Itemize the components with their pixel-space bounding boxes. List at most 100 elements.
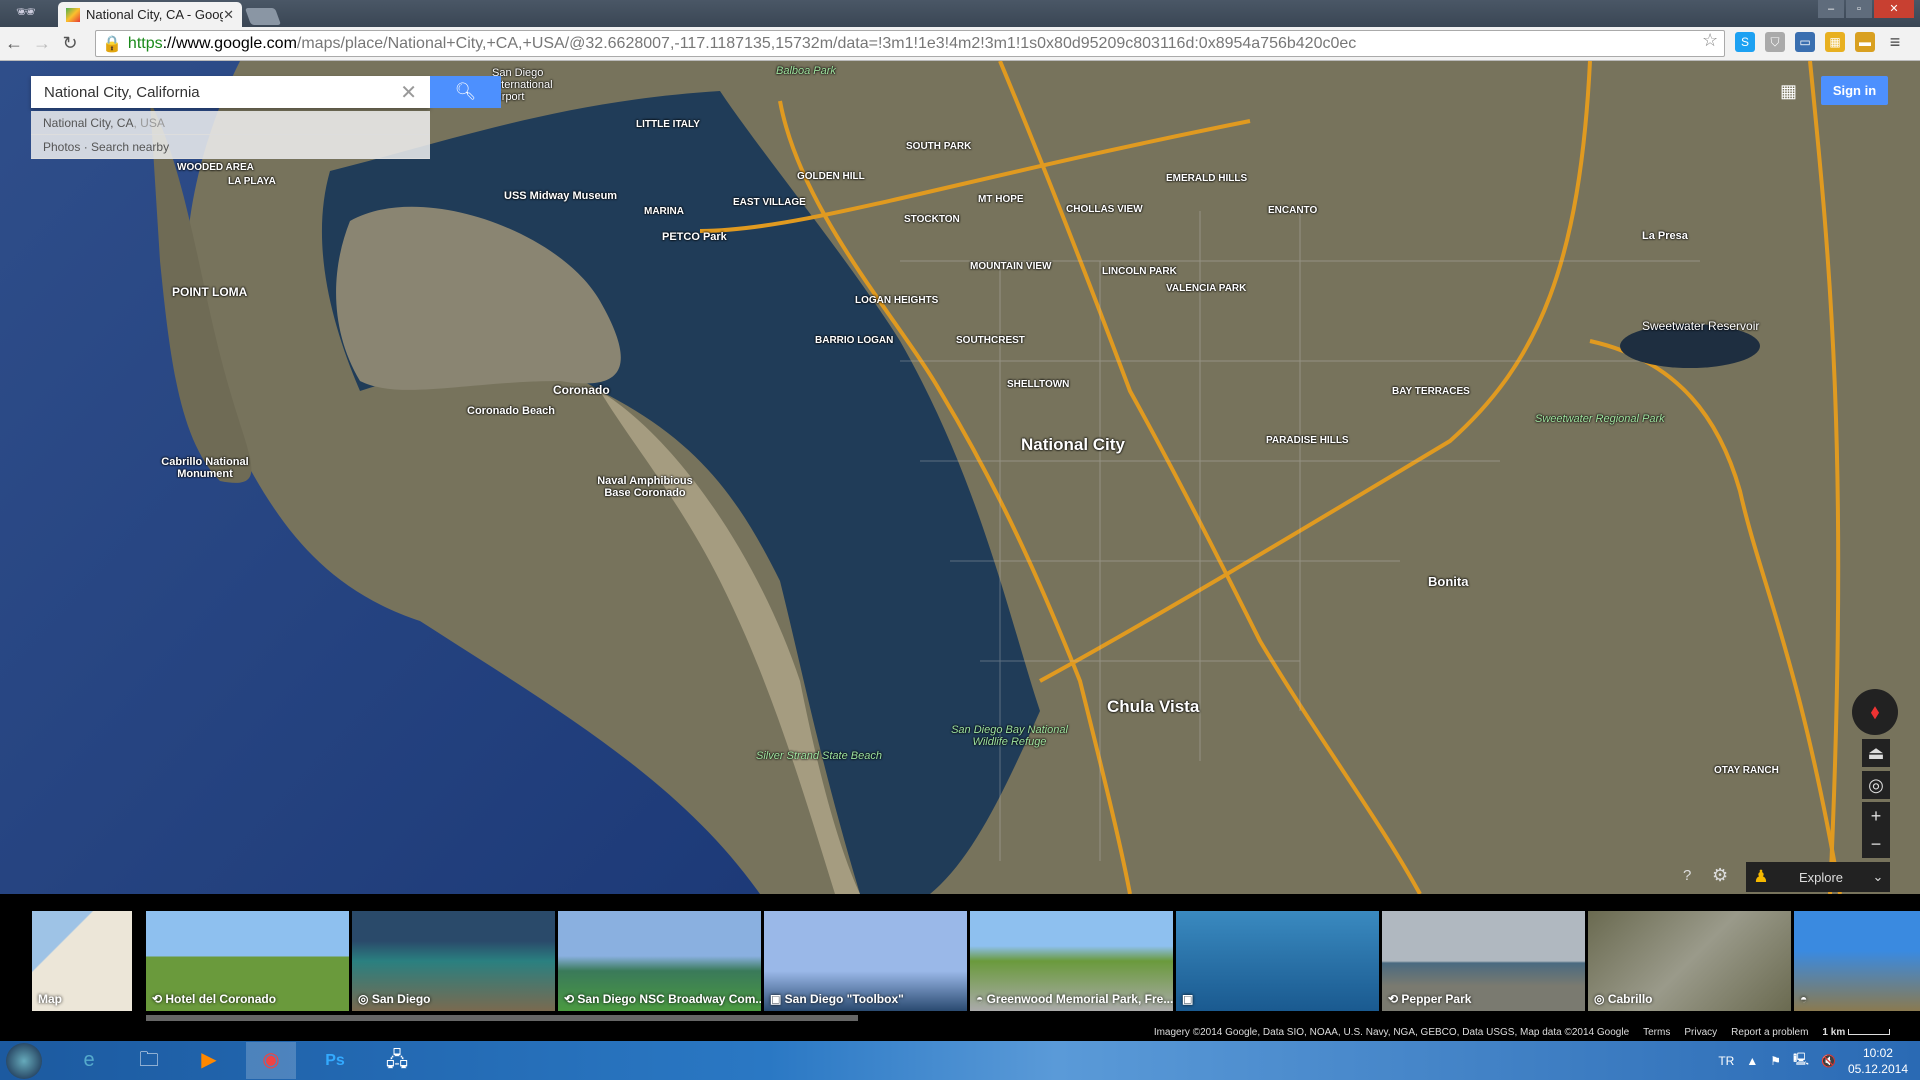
search-input[interactable]: National City, California <box>44 84 400 101</box>
clear-search-icon[interactable]: ✕ <box>400 80 417 105</box>
my-location-button[interactable]: ◎ <box>1862 771 1890 799</box>
address-bar[interactable]: 🔒 https://www.google.com/maps/place/Nati… <box>95 30 1725 57</box>
map-label-bonita: Bonita <box>1428 574 1469 589</box>
photo-thumb[interactable]: ▣ <box>1176 911 1379 1011</box>
map-label-coronado: Coronado <box>553 383 610 397</box>
chrome-icon[interactable]: ◉ <box>246 1042 296 1079</box>
map-label-cabrillo: Cabrillo National Monument <box>161 456 249 480</box>
zoom-in-button[interactable]: + <box>1862 802 1890 830</box>
map-label-bay-terraces: BAY TERRACES <box>1392 386 1470 397</box>
scale-bar[interactable]: 1 km <box>1822 1027 1890 1038</box>
url-host: ://www.google.com <box>162 34 297 52</box>
network-app-icon[interactable]: 🖧 <box>372 1042 422 1079</box>
close-tab-icon[interactable]: ✕ <box>223 7 234 23</box>
internet-explorer-icon[interactable]: e <box>64 1042 114 1079</box>
report-problem-link[interactable]: Report a problem <box>1731 1027 1808 1038</box>
volume-muted-icon[interactable]: 🔇 <box>1821 1054 1836 1068</box>
terms-link[interactable]: Terms <box>1643 1027 1670 1038</box>
map-label-balboa: Balboa Park <box>776 65 836 77</box>
photoshop-icon[interactable]: Ps <box>310 1042 360 1079</box>
browser-tab[interactable]: National City, CA - Googl ✕ <box>58 2 242 27</box>
suggestion-main: Photos · Search nearby <box>43 140 170 154</box>
show-hidden-icons-icon[interactable]: ▲ <box>1746 1054 1758 1068</box>
photo-caption: ◎ Cabrillo <box>1594 992 1653 1006</box>
suggestion-main: National City, CA <box>43 116 134 130</box>
tilt-button[interactable]: ⏏ <box>1862 739 1890 767</box>
photo-thumb[interactable]: ⟲ San Diego NSC Broadway Com... <box>558 911 761 1011</box>
suggestion-item[interactable]: National City, CA, USA <box>31 111 430 135</box>
menu-icon[interactable]: ≡ <box>1885 32 1905 52</box>
shield-extension-icon[interactable]: ⛉ <box>1765 32 1785 52</box>
map-label-shelltown: SHELLTOWN <box>1007 379 1070 390</box>
photo-thumb[interactable]: ◓ Greenwood Memorial Park, Fre... <box>970 911 1173 1011</box>
map-label-coronado-beach: Coronado Beach <box>467 405 556 417</box>
explore-panel[interactable]: ♟ Explore ⌄ <box>1746 862 1890 892</box>
pegman-icon[interactable]: ♟ <box>1746 867 1776 887</box>
map-label-paradise-hills: PARADISE HILLS <box>1266 435 1349 446</box>
photo-thumb[interactable]: ▣ San Diego "Toolbox" <box>764 911 967 1011</box>
map-label-la-presa: La Presa <box>1642 230 1688 242</box>
reload-button[interactable]: ↻ <box>56 33 84 54</box>
file-explorer-icon[interactable]: 🗀 <box>124 1042 174 1079</box>
wallet-extension-icon[interactable]: ▬ <box>1855 32 1875 52</box>
map-label-encanto: ENCANTO <box>1268 205 1318 216</box>
suggestion-sub: , USA <box>133 116 165 130</box>
chart-extension-icon[interactable]: ▦ <box>1825 32 1845 52</box>
map-label-wooded: WOODED AREA <box>177 162 254 173</box>
map-label-otay-ranch: OTAY RANCH <box>1714 765 1779 776</box>
photo-caption: ◓ Greenwood Memorial Park, Fre... <box>976 992 1173 1006</box>
clock[interactable]: 10:02 05.12.2014 <box>1848 1045 1908 1077</box>
forward-button[interactable]: → <box>28 33 56 54</box>
map-label-airport: San Diego International Airport <box>492 67 553 103</box>
sign-in-button[interactable]: Sign in <box>1821 76 1888 105</box>
photo-thumb[interactable]: ◓ <box>1794 911 1920 1011</box>
chevron-down-icon[interactable]: ⌄ <box>1866 869 1890 885</box>
photo-strip-scrollbar[interactable] <box>146 1015 858 1021</box>
tab-title: National City, CA - Googl <box>86 7 224 22</box>
map-label-midway: USS Midway Museum <box>504 190 618 202</box>
flag-icon[interactable]: ⚑ <box>1770 1054 1781 1068</box>
map-label-point-loma: POINT LOMA <box>172 285 248 299</box>
photo-caption: ▣ San Diego "Toolbox" <box>770 992 904 1006</box>
map-label-mt-hope: MT HOPE <box>978 194 1024 205</box>
search-button[interactable]: 🔍︎ <box>430 76 501 108</box>
photo-thumb[interactable]: ⟲ Hotel del Coronado <box>146 911 349 1011</box>
suggestion-item[interactable]: Photos · Search nearby <box>31 135 430 159</box>
search-icon: 🔍︎ <box>454 82 477 101</box>
network-icon[interactable]: 🖳 <box>1793 1050 1809 1071</box>
photo-thumb[interactable]: ◎ San Diego <box>352 911 555 1011</box>
map-label-golden-hill: GOLDEN HILL <box>797 171 865 182</box>
skype-extension-icon[interactable]: S <box>1735 32 1755 52</box>
screen-extension-icon[interactable]: ▭ <box>1795 32 1815 52</box>
map-label-little-italy: LITTLE ITALY <box>636 119 700 130</box>
map-label-stockton: STOCKTON <box>904 214 960 225</box>
map-label-chula-vista: Chula Vista <box>1107 697 1200 716</box>
photo-caption: ▣ <box>1182 992 1194 1006</box>
privacy-link[interactable]: Privacy <box>1684 1027 1717 1038</box>
settings-gear-icon[interactable]: ⚙ <box>1712 865 1728 886</box>
apps-grid-icon[interactable]: ▦ <box>1780 81 1797 102</box>
map-attribution: Imagery ©2014 Google, Data SIO, NOAA, U.… <box>1154 1027 1890 1038</box>
search-box[interactable]: National City, California ✕ <box>31 76 430 108</box>
map-label-la-playa: LA PLAYA <box>228 176 276 187</box>
photo-thumb[interactable]: ⟲ Pepper Park <box>1382 911 1585 1011</box>
bookmark-star-icon[interactable]: ☆ <box>1702 30 1718 51</box>
satellite-map[interactable]: San Diego International Airport Balboa P… <box>0 61 1920 894</box>
minimize-button[interactable]: – <box>1818 0 1844 18</box>
back-button[interactable]: ← <box>0 33 28 54</box>
photo-caption: ⟲ Pepper Park <box>1388 992 1472 1006</box>
photo-thumb[interactable]: ◎ Cabrillo <box>1588 911 1791 1011</box>
map-label-naval-base: Naval Amphibious Base Coronado <box>597 475 693 499</box>
search-suggestions: National City, CA, USA Photos · Search n… <box>31 111 430 159</box>
zoom-out-button[interactable]: − <box>1862 830 1890 858</box>
start-button[interactable] <box>6 1043 42 1079</box>
compass-icon[interactable]: ⬧ <box>1852 689 1898 735</box>
url-protocol: https <box>127 34 163 52</box>
new-tab-button[interactable] <box>244 8 282 25</box>
maximize-button[interactable]: ▫ <box>1846 0 1872 18</box>
language-indicator[interactable]: TR <box>1718 1054 1734 1068</box>
help-button[interactable]: ? <box>1683 867 1691 884</box>
photo-thumb-map[interactable]: Map <box>32 911 132 1011</box>
media-player-icon[interactable]: ▶ <box>184 1042 234 1079</box>
close-window-button[interactable]: ✕ <box>1874 0 1914 18</box>
